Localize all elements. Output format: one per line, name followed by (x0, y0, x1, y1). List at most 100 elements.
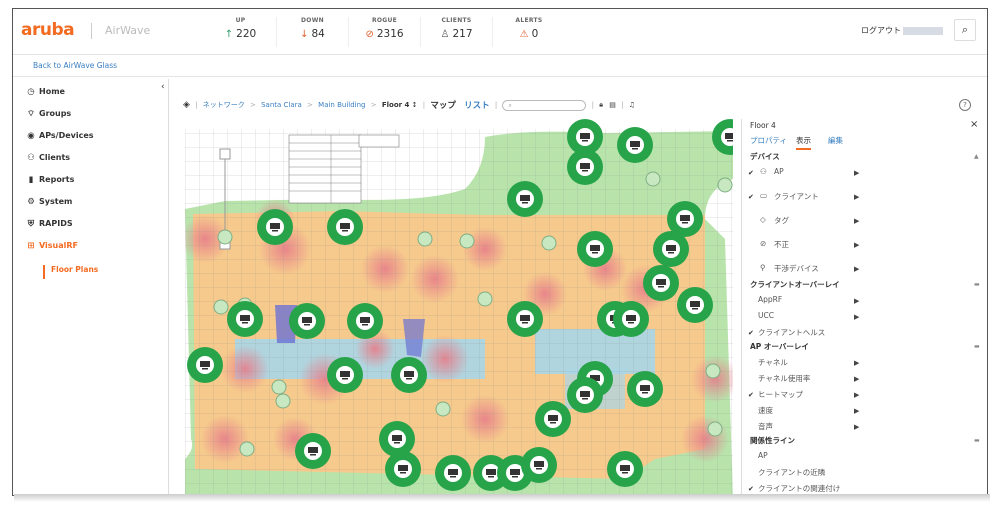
ap-marker[interactable] (677, 287, 713, 323)
stat-rogue[interactable]: ROGUE ⊘ 2316 (349, 17, 421, 47)
sidebar-item-visualrf[interactable]: ⊞ VisualRF (25, 241, 78, 257)
section-relation-lines[interactable]: 関係性ライン (750, 435, 795, 446)
arrow-right-icon[interactable]: ▶ (854, 375, 859, 383)
stat-clients[interactable]: CLIENTS ♙ 217 (421, 17, 493, 47)
search-button[interactable]: ⌕ (954, 19, 976, 41)
client-marker[interactable] (239, 441, 255, 457)
arrow-right-icon[interactable]: ▶ (854, 297, 859, 305)
tab-edit[interactable]: 編集 (828, 135, 843, 146)
device-item-client[interactable]: クライアント (774, 191, 819, 202)
ap-marker[interactable] (227, 301, 263, 337)
client-marker[interactable] (645, 171, 661, 187)
ap-marker[interactable] (187, 347, 223, 383)
arrow-right-icon[interactable]: ▶ (854, 193, 859, 201)
ap-marker[interactable] (435, 455, 471, 491)
ap-marker[interactable] (643, 265, 679, 301)
bell-icon[interactable]: ♫ (629, 101, 635, 109)
overlay-item-client-health[interactable]: クライアントヘルス (758, 327, 825, 338)
relation-item-ap[interactable]: AP (758, 451, 768, 460)
device-item-tag[interactable]: タグ (774, 215, 789, 226)
ap-marker[interactable] (327, 209, 363, 245)
ap-marker[interactable] (535, 401, 571, 437)
collapse-caret-icon[interactable]: ▬ (974, 343, 980, 350)
client-marker[interactable] (707, 421, 723, 437)
collapse-caret-icon[interactable]: ▬ (974, 281, 980, 288)
sidebar-item-aps-devices[interactable]: ◉ APs/Devices (25, 131, 93, 147)
client-marker[interactable] (213, 299, 229, 315)
report-icon[interactable]: ▤ (609, 101, 616, 109)
client-marker[interactable] (417, 231, 433, 247)
ap-marker[interactable] (521, 447, 557, 483)
ap-marker[interactable] (627, 371, 663, 407)
sidebar-item-reports[interactable]: ▮ Reports (25, 175, 75, 191)
ap-marker[interactable] (507, 181, 543, 217)
ap-marker[interactable] (607, 451, 643, 487)
ap-marker[interactable] (577, 231, 613, 267)
client-marker[interactable] (459, 233, 475, 249)
ap-marker[interactable] (379, 421, 415, 457)
client-marker[interactable] (717, 177, 733, 193)
arrow-right-icon[interactable]: ▶ (854, 217, 859, 225)
arrow-right-icon[interactable]: ▶ (854, 265, 859, 273)
relation-item-client-association[interactable]: クライアントの関連付け (758, 483, 840, 494)
client-marker[interactable] (705, 363, 721, 379)
stat-down[interactable]: DOWN ↓ 84 (277, 17, 349, 47)
layers-icon[interactable]: ◈ (183, 100, 190, 110)
overlay-item-apprf[interactable]: AppRF (758, 295, 782, 304)
tab-list[interactable]: リスト (464, 101, 490, 111)
tab-properties[interactable]: プロパティ (750, 135, 787, 146)
arrow-right-icon[interactable]: ▶ (854, 359, 859, 367)
device-item-ap[interactable]: AP (774, 167, 784, 176)
client-marker[interactable] (435, 401, 451, 417)
ap-marker[interactable] (385, 451, 421, 487)
sidebar-subitem-floor-plans[interactable]: Floor Plans (43, 265, 98, 279)
overlay-item-channel-utilization[interactable]: チャネル使用率 (758, 373, 810, 384)
overlay-item-speed[interactable]: 速度 (758, 405, 773, 416)
overlay-item-ucc[interactable]: UCC (758, 311, 774, 320)
ap-marker[interactable] (613, 301, 649, 337)
close-icon[interactable]: × (970, 119, 978, 130)
arrow-right-icon[interactable]: ▶ (854, 169, 859, 177)
collapse-caret-icon[interactable]: ▬ (974, 437, 980, 444)
ap-marker[interactable] (653, 231, 689, 267)
section-ap-overlay[interactable]: AP オーバーレイ (750, 341, 809, 352)
section-devices[interactable]: デバイス (750, 151, 780, 162)
section-client-overlay[interactable]: クライアントオーバーレイ (750, 279, 840, 290)
client-marker[interactable] (217, 229, 233, 245)
stat-alerts[interactable]: ALERTS ⚠ 0 (493, 17, 565, 47)
map-search-input[interactable]: ⌕ (502, 99, 587, 111)
tab-display[interactable]: 表示 (796, 135, 811, 150)
ap-marker[interactable] (257, 209, 293, 245)
ap-marker[interactable] (295, 433, 331, 469)
client-marker[interactable] (275, 393, 291, 409)
overlay-item-channel[interactable]: チャネル (758, 357, 788, 368)
overlay-item-voice[interactable]: 音声 (758, 421, 773, 432)
client-marker[interactable] (477, 291, 493, 307)
ap-marker[interactable] (567, 377, 603, 413)
arrow-right-icon[interactable]: ▶ (854, 423, 859, 431)
ap-marker[interactable] (617, 127, 653, 163)
aruba-logo[interactable]: aruba (21, 20, 75, 40)
sidebar-item-clients[interactable]: ⚇ Clients (25, 153, 70, 169)
ap-marker[interactable] (567, 149, 603, 185)
breadcrumb-network[interactable]: ネットワーク (203, 101, 245, 109)
arrow-right-icon[interactable]: ▶ (854, 241, 859, 249)
collapse-caret-icon[interactable]: ▲ (974, 153, 979, 160)
ap-marker[interactable] (289, 303, 325, 339)
stat-up[interactable]: UP ↑ 220 (205, 17, 277, 47)
relation-item-client-neighbors[interactable]: クライアントの近隣 (758, 467, 825, 478)
help-icon[interactable]: ? (959, 99, 971, 111)
arrow-right-icon[interactable]: ▶ (854, 391, 859, 399)
sidebar-item-groups[interactable]: ⌔ Groups (25, 109, 71, 125)
lock-icon[interactable]: 🔒︎ (599, 101, 603, 109)
breadcrumb-building[interactable]: Main Building (318, 101, 365, 109)
floor-switch-icon[interactable]: ↕ (412, 101, 418, 109)
collapse-chevron-icon[interactable]: ‹ (161, 82, 165, 92)
overlay-item-heatmap[interactable]: ヒートマップ (758, 389, 803, 400)
sidebar-item-rapids[interactable]: ⛨ RAPIDS (25, 219, 73, 235)
back-link[interactable]: Back to AirWave Glass (33, 61, 117, 70)
device-item-rogue[interactable]: 不正 (774, 239, 789, 250)
tab-map[interactable]: マップ (430, 101, 456, 111)
ap-marker[interactable] (327, 357, 363, 393)
ap-marker[interactable] (507, 301, 543, 337)
